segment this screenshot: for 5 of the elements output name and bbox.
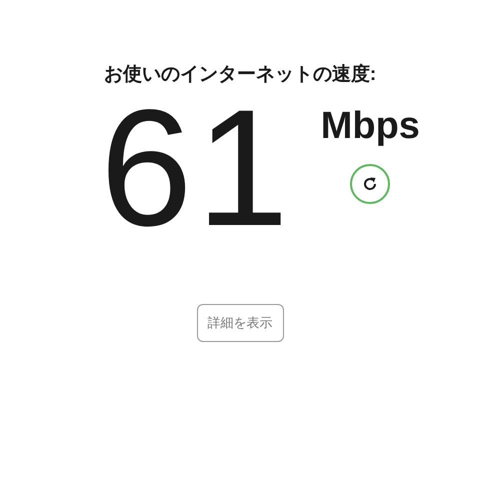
speed-unit: Mbps xyxy=(320,106,420,146)
speed-value: 61 xyxy=(100,94,293,244)
speed-heading: お使いのインターネットの速度: xyxy=(104,62,376,87)
details-button[interactable]: 詳細を表示 xyxy=(196,304,284,342)
refresh-button[interactable] xyxy=(350,164,390,204)
